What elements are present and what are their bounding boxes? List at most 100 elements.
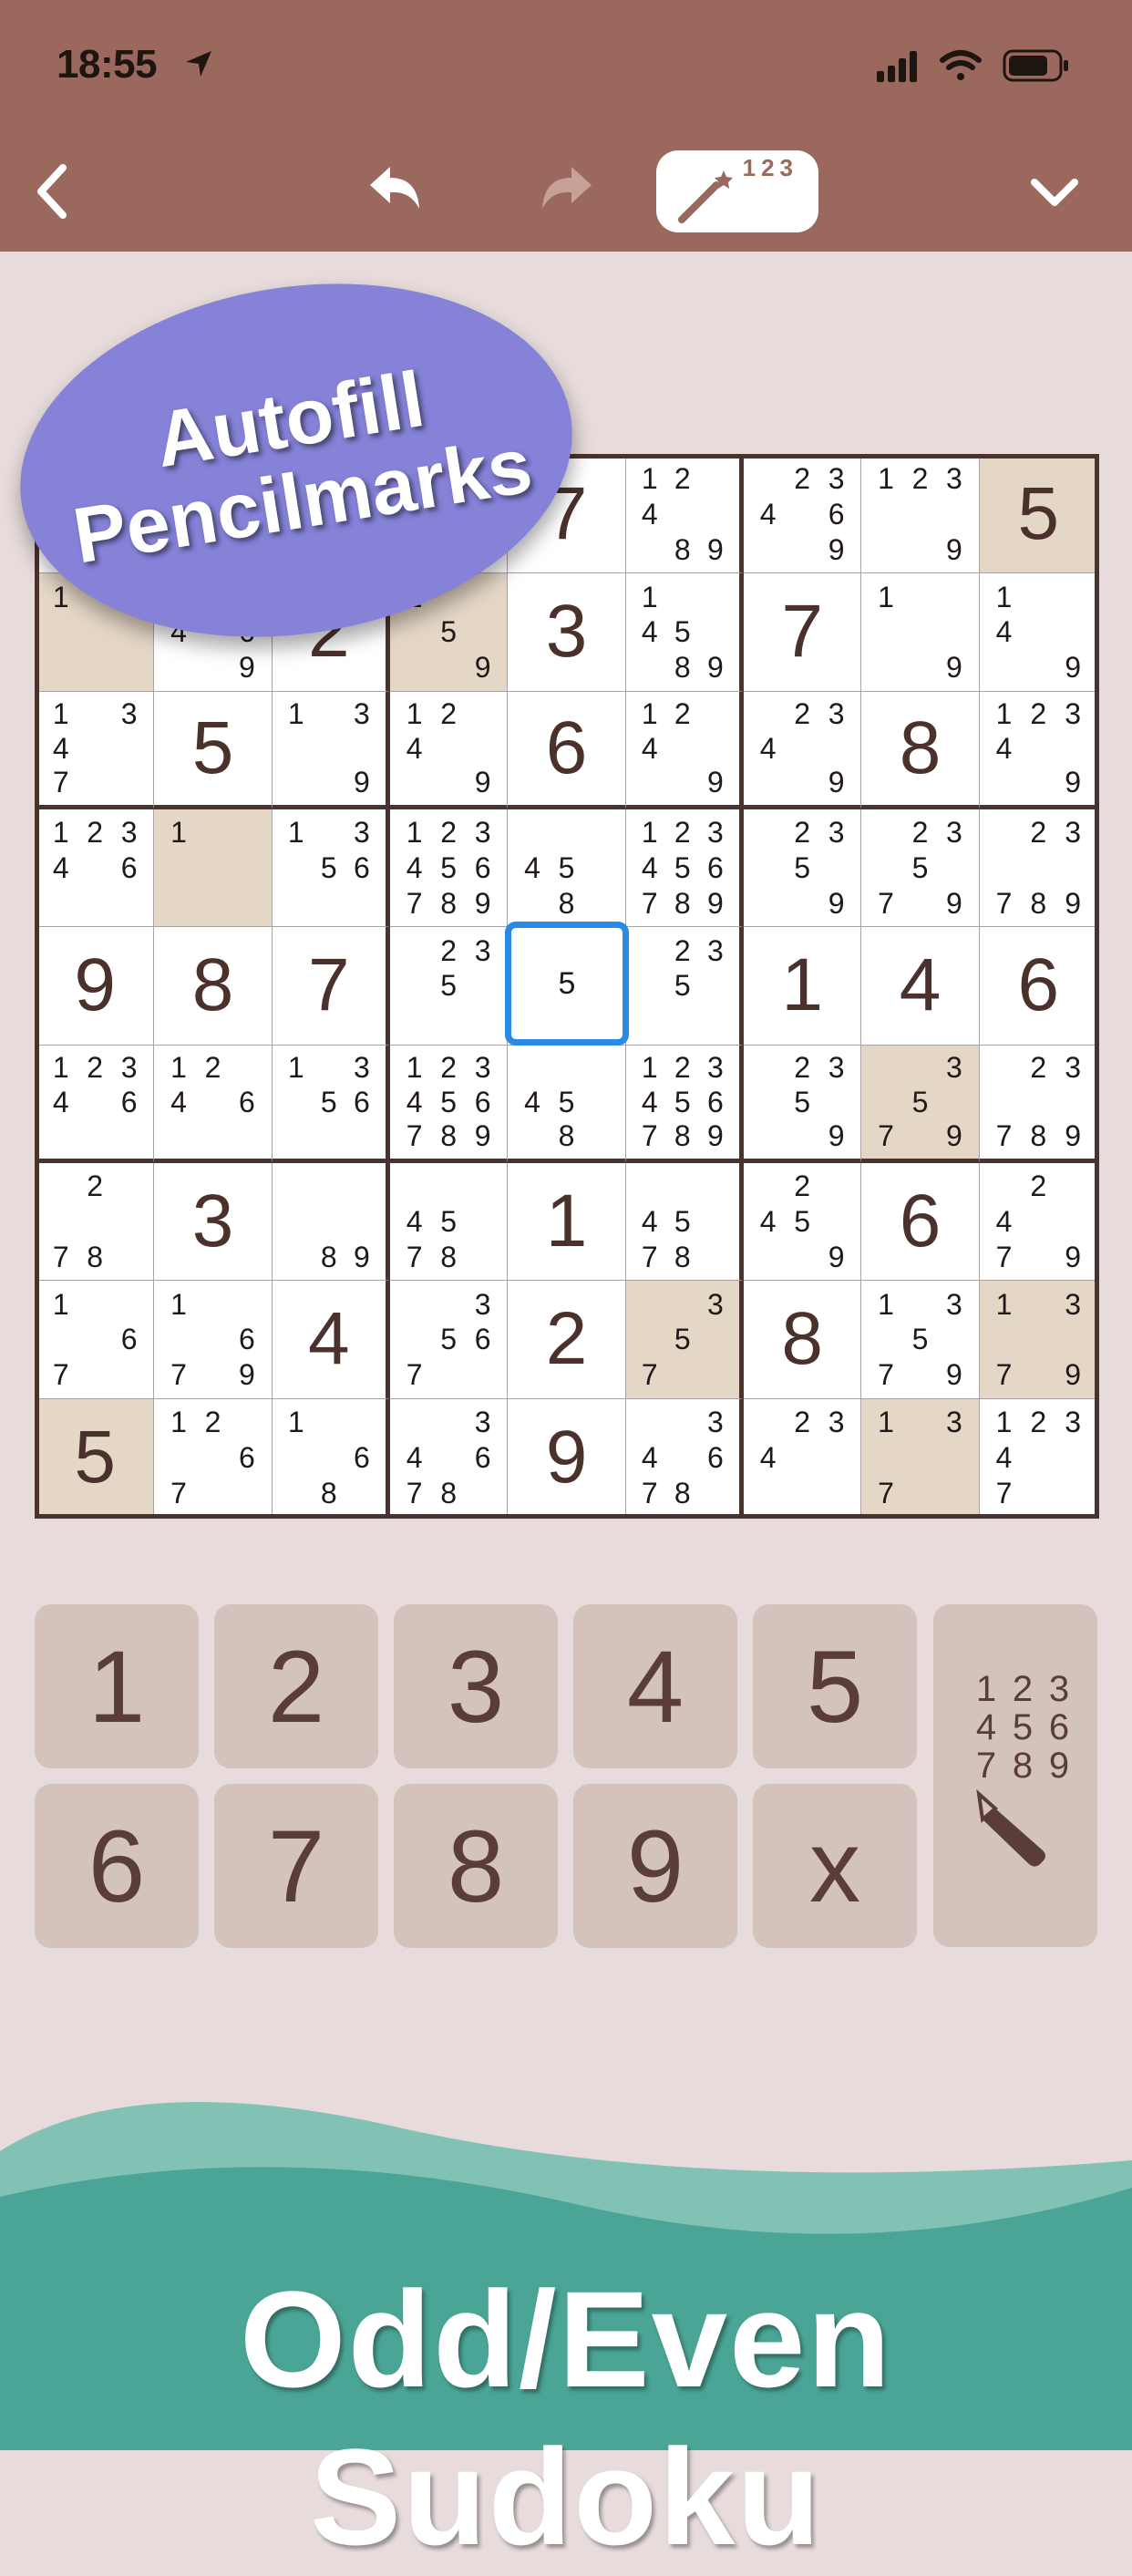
sudoku-cell[interactable]: 123456789 xyxy=(389,809,509,928)
cell-pencilmarks: 2479 xyxy=(995,1170,1081,1273)
sudoku-cell[interactable]: 2359 xyxy=(743,1045,862,1163)
sudoku-cell[interactable]: 1 xyxy=(508,1162,626,1282)
sudoku-cell[interactable]: 34678 xyxy=(626,1398,744,1517)
sudoku-cell[interactable]: 4 xyxy=(272,1281,390,1399)
sudoku-cell[interactable]: 278 xyxy=(36,1162,155,1282)
sudoku-cell[interactable]: 14589 xyxy=(625,573,744,692)
sudoku-cell[interactable]: 5 xyxy=(154,691,273,809)
sudoku-cell[interactable]: 1239 xyxy=(861,456,980,574)
cell-value: 7 xyxy=(781,590,823,674)
sudoku-cell[interactable]: 8 xyxy=(154,927,273,1046)
sudoku-cell[interactable]: 6 xyxy=(508,691,626,809)
sudoku-cell[interactable]: 19 xyxy=(861,573,980,692)
sudoku-cell[interactable]: 123456789 xyxy=(389,1045,509,1163)
back-button[interactable] xyxy=(20,146,84,237)
sudoku-cell[interactable]: 168 xyxy=(273,1398,390,1517)
sudoku-cell[interactable]: 1 xyxy=(743,927,862,1046)
sudoku-cell[interactable]: 1679 xyxy=(154,1281,273,1399)
sudoku-cell[interactable]: 23469 xyxy=(743,456,862,574)
cell-pencilmarks: 3567 xyxy=(406,1287,491,1392)
cell-pencilmarks: 34678 xyxy=(641,1406,724,1510)
cell-pencilmarks: 139 xyxy=(287,697,370,799)
cell-pencilmarks: 168 xyxy=(287,1406,370,1510)
sudoku-cell[interactable]: 1347 xyxy=(36,691,155,809)
sudoku-cell[interactable]: 8 xyxy=(861,691,980,809)
sudoku-cell[interactable]: 12346 xyxy=(36,809,155,928)
number-key-2[interactable]: 2 xyxy=(214,1604,378,1768)
number-key-7[interactable]: 7 xyxy=(214,1784,378,1948)
cell-pencilmarks: 123456789 xyxy=(641,1051,724,1153)
autofill-pencilmarks-button[interactable]: 123 xyxy=(656,150,818,232)
sudoku-cell[interactable]: 2 xyxy=(508,1281,626,1399)
sudoku-cell[interactable]: 23789 xyxy=(979,1046,1097,1163)
sudoku-cell[interactable]: 1267 xyxy=(154,1398,273,1517)
sudoku-cell[interactable]: 2349 xyxy=(743,691,862,809)
sudoku-cell[interactable]: 123456789 xyxy=(625,1045,744,1163)
sudoku-cell[interactable]: 2459 xyxy=(743,1162,862,1282)
sudoku-cell[interactable]: 458 xyxy=(508,1045,626,1163)
erase-key[interactable]: x xyxy=(753,1784,917,1948)
sudoku-cell[interactable]: 13579 xyxy=(861,1281,980,1399)
sudoku-cell[interactable]: 6 xyxy=(979,927,1097,1046)
sudoku-cell[interactable]: 7 xyxy=(743,573,862,692)
sudoku-cell[interactable]: 4578 xyxy=(389,1162,509,1282)
cell-value: 6 xyxy=(545,706,588,789)
sudoku-cell[interactable]: 1379 xyxy=(979,1281,1097,1399)
sudoku-cell[interactable]: 2359 xyxy=(743,809,862,928)
number-key-4[interactable]: 4 xyxy=(573,1604,737,1768)
sudoku-cell[interactable]: 23789 xyxy=(979,809,1097,928)
sudoku-cell[interactable]: 1356 xyxy=(272,1045,390,1163)
undo-button[interactable] xyxy=(360,146,433,237)
cell-pencilmarks: 14589 xyxy=(641,580,724,685)
sudoku-cell[interactable]: 3579 xyxy=(861,1045,980,1163)
sudoku-cell[interactable]: 9 xyxy=(508,1398,626,1517)
sudoku-cell[interactable]: 1246 xyxy=(154,1045,273,1163)
sudoku-cell[interactable]: 458 xyxy=(508,809,626,928)
sudoku-cell[interactable]: 234 xyxy=(744,1398,862,1517)
sudoku-cell[interactable]: 9 xyxy=(36,927,155,1046)
number-key-3[interactable]: 3 xyxy=(394,1604,558,1768)
sudoku-cell[interactable]: 235 xyxy=(625,927,744,1046)
number-key-5[interactable]: 5 xyxy=(753,1604,917,1768)
sudoku-cell[interactable]: 1249 xyxy=(625,691,744,809)
cell-pencilmarks: 89 xyxy=(320,1240,370,1273)
sudoku-cell[interactable]: 5 xyxy=(36,1398,155,1517)
collapse-button[interactable] xyxy=(1023,146,1086,237)
sudoku-cell[interactable]: 12349 xyxy=(979,692,1097,809)
sudoku-cell[interactable]: 89 xyxy=(272,1162,390,1282)
sudoku-cell[interactable]: 2479 xyxy=(979,1163,1097,1282)
selected-cell-pencilmark: 5 xyxy=(558,965,576,1001)
redo-button[interactable] xyxy=(529,146,602,237)
sudoku-cell[interactable]: 149 xyxy=(979,573,1097,692)
sudoku-cell[interactable]: 123456789 xyxy=(625,809,744,928)
sudoku-cell[interactable]: 139 xyxy=(272,691,390,809)
sudoku-cell[interactable]: 8 xyxy=(743,1281,862,1399)
sudoku-cell[interactable]: 357 xyxy=(625,1281,744,1399)
number-key-6[interactable]: 6 xyxy=(35,1784,199,1948)
sudoku-cell[interactable]: 137 xyxy=(861,1398,980,1517)
number-key-8[interactable]: 8 xyxy=(394,1784,558,1948)
sudoku-cell[interactable]: 12489 xyxy=(625,456,744,574)
sudoku-cell[interactable]: 1249 xyxy=(389,691,509,809)
sudoku-cell[interactable]: 4 xyxy=(861,927,980,1046)
cell-pencilmarks: 458 xyxy=(524,1085,575,1153)
sudoku-cell[interactable]: 235 xyxy=(389,927,509,1046)
sudoku-cell[interactable]: 1356 xyxy=(272,809,390,928)
selected-cell[interactable]: 5 xyxy=(505,922,629,1046)
sudoku-cell[interactable]: 4578 xyxy=(625,1162,744,1282)
number-key-1[interactable]: 1 xyxy=(35,1604,199,1768)
number-key-9[interactable]: 9 xyxy=(573,1784,737,1948)
sudoku-cell[interactable]: 34678 xyxy=(390,1398,509,1517)
sudoku-cell[interactable]: 1 xyxy=(154,809,273,928)
sudoku-cell[interactable]: 3 xyxy=(154,1162,273,1282)
sudoku-cell[interactable]: 23579 xyxy=(861,809,980,928)
sudoku-cell[interactable]: 3567 xyxy=(389,1281,509,1399)
sudoku-cell[interactable]: 12346 xyxy=(36,1045,155,1163)
sudoku-cell[interactable]: 167 xyxy=(36,1281,155,1399)
pencil-mode-button[interactable]: 123 456 789 xyxy=(933,1604,1097,1947)
sudoku-cell[interactable]: 12347 xyxy=(980,1399,1097,1517)
sudoku-cell[interactable]: 7 xyxy=(272,927,390,1046)
cell-pencilmarks: 1 xyxy=(170,816,187,850)
sudoku-cell[interactable]: 5 xyxy=(979,456,1097,574)
sudoku-cell[interactable]: 6 xyxy=(861,1162,980,1282)
